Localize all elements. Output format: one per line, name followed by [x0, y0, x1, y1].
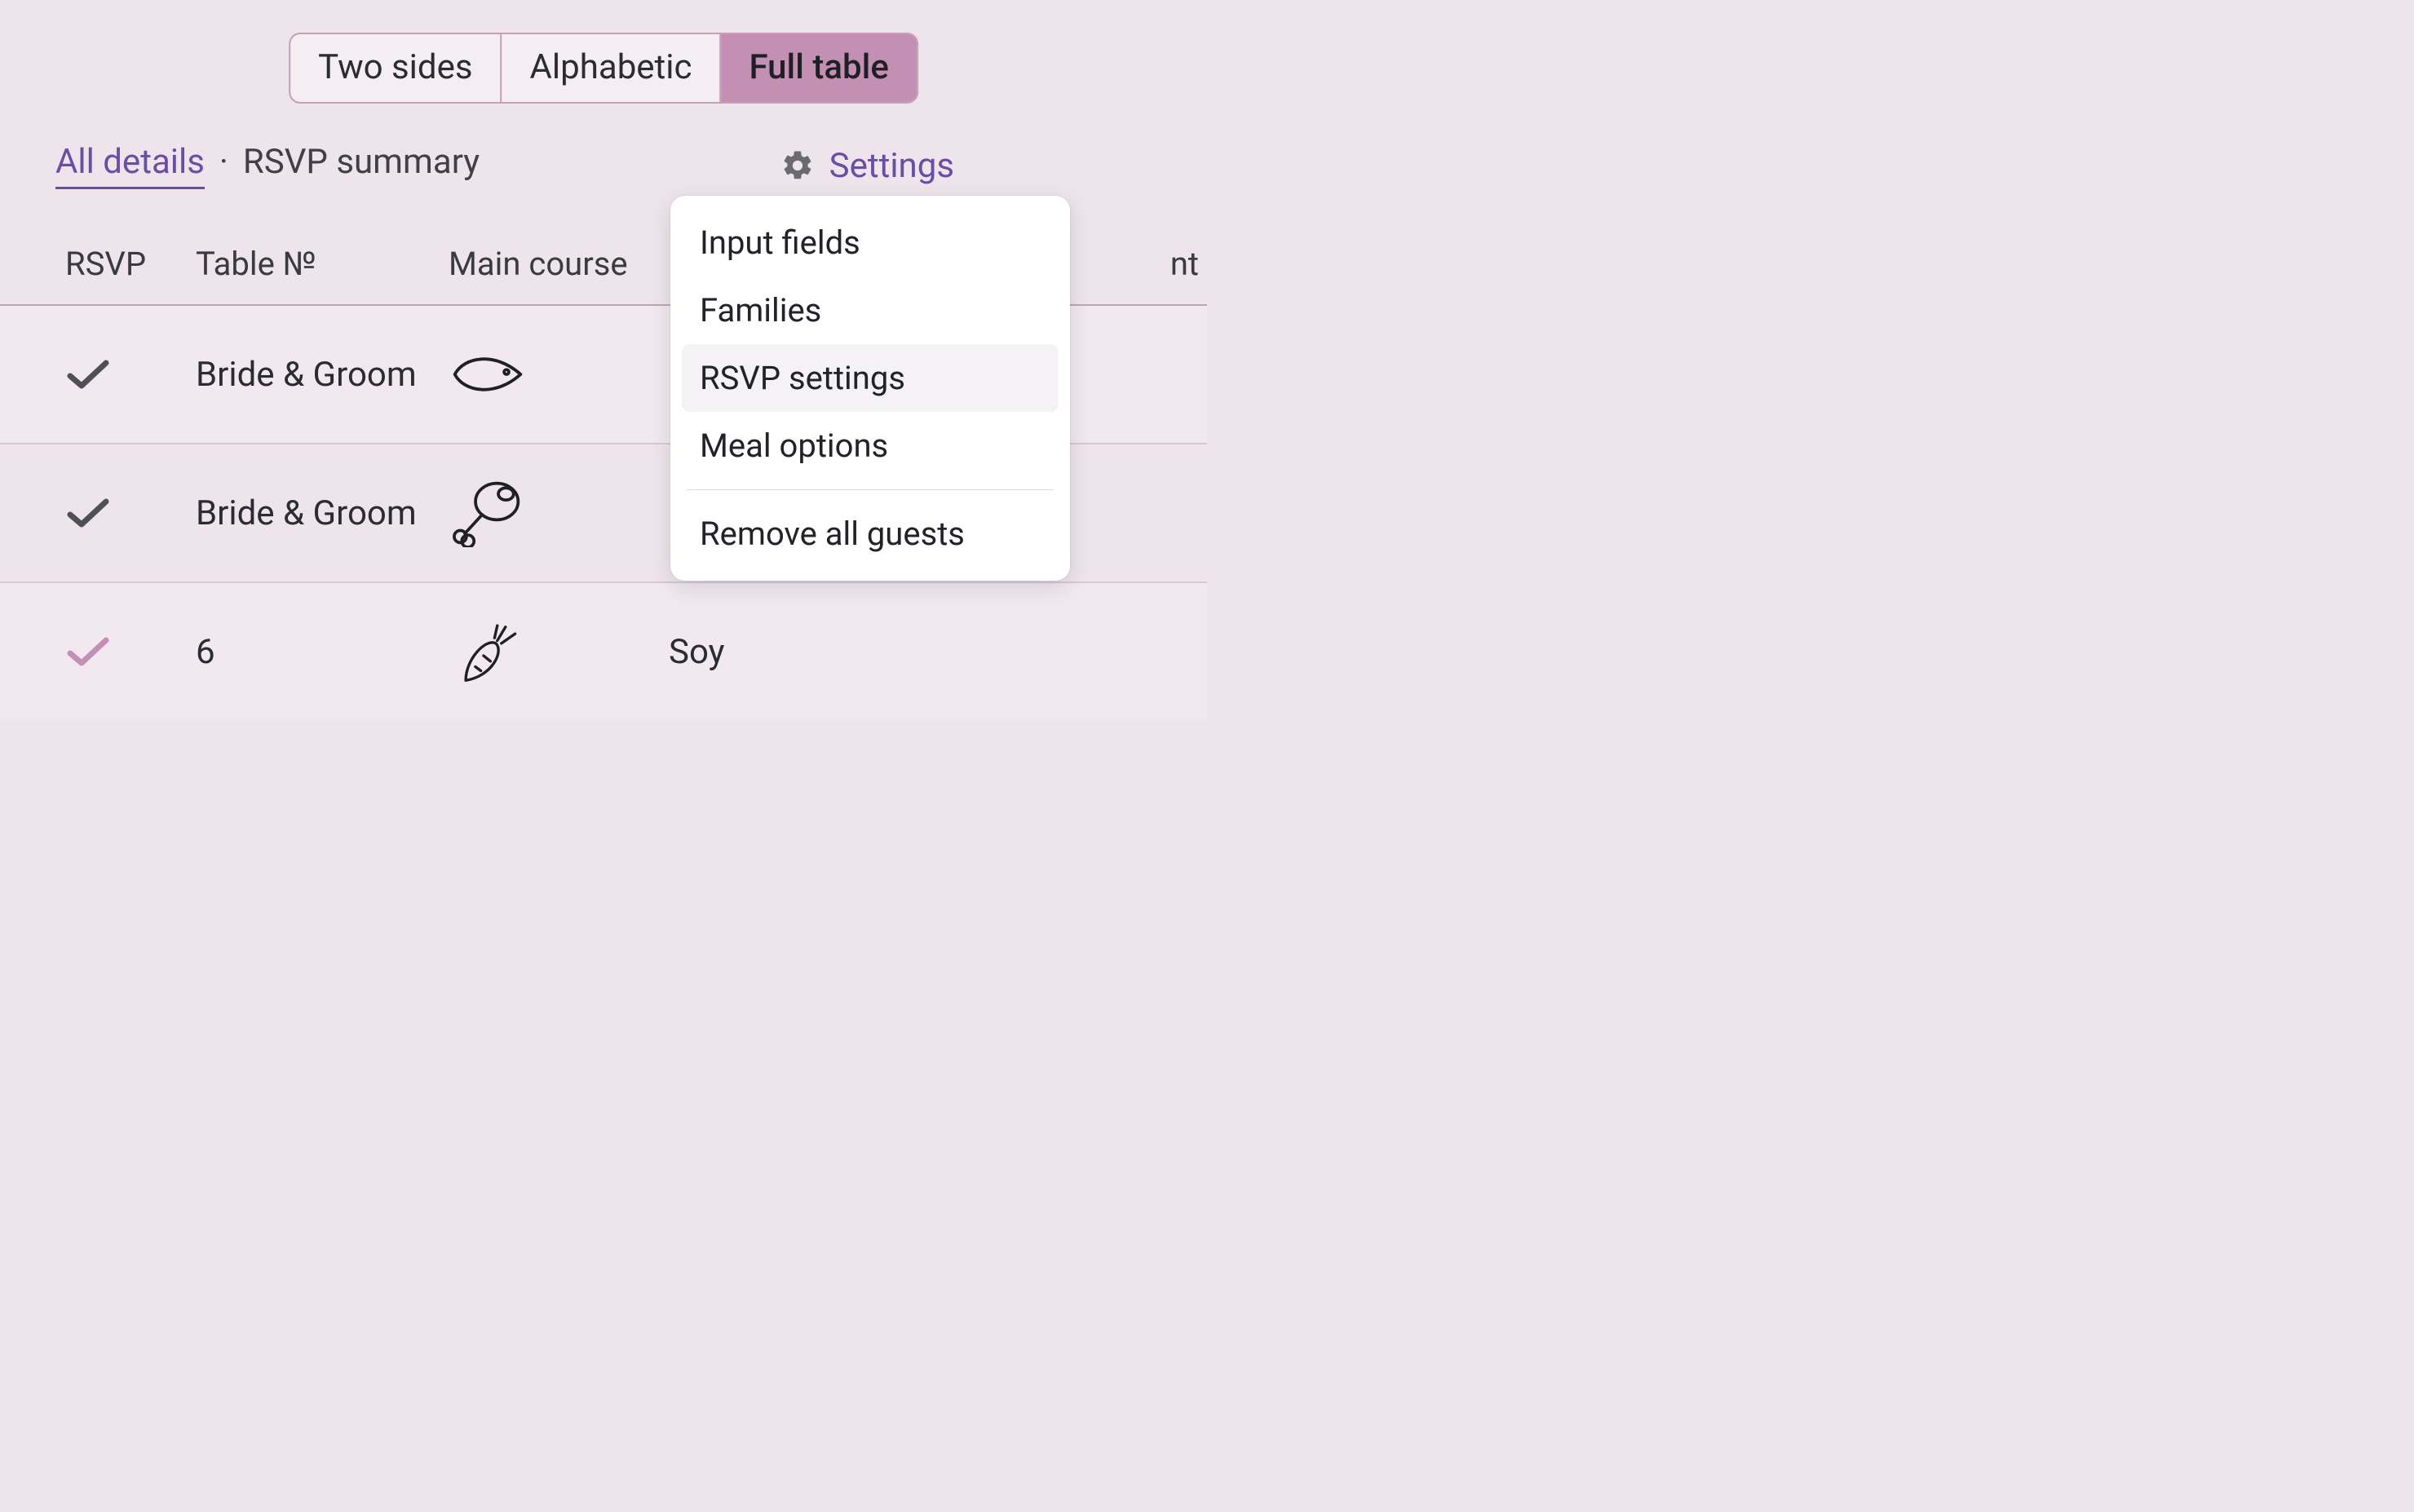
cell-rsvp: [65, 634, 196, 670]
cell-table-no: Bride & Groom: [196, 355, 449, 395]
tab-rsvp-summary[interactable]: RSVP summary: [243, 142, 480, 182]
col-header-right-fragment: nt: [1158, 245, 1207, 283]
cell-rsvp: [65, 356, 196, 392]
col-header-main-course: Main course: [449, 245, 669, 283]
menu-item-meal-options[interactable]: Meal options: [682, 412, 1059, 480]
cell-table-no: Bride & Groom: [196, 493, 449, 533]
table-row[interactable]: 6 Soy: [0, 583, 1207, 720]
segment-two-sides[interactable]: Two sides: [290, 34, 502, 102]
view-segmented-control: Two sides Alphabetic Full table: [289, 33, 918, 104]
cell-diet: Soy: [669, 632, 1158, 672]
settings-menu: Input fields Families RSVP settings Meal…: [670, 196, 1070, 581]
fish-icon: [449, 340, 527, 409]
cell-table-no: 6: [196, 632, 449, 672]
col-header-rsvp: RSVP: [65, 245, 196, 283]
check-icon: [65, 356, 111, 392]
check-icon: [65, 495, 111, 531]
settings-label: Settings: [829, 146, 954, 186]
menu-item-families[interactable]: Families: [682, 276, 1059, 344]
gear-icon: [780, 148, 815, 183]
meat-icon: [449, 479, 527, 547]
check-icon: [65, 634, 111, 670]
segment-full-table[interactable]: Full table: [722, 34, 917, 102]
menu-separator: [687, 489, 1054, 490]
col-header-table-no: Table №: [196, 245, 449, 283]
menu-item-rsvp-settings[interactable]: RSVP settings: [682, 344, 1059, 412]
menu-item-input-fields[interactable]: Input fields: [682, 209, 1059, 276]
cell-main-course: [449, 479, 669, 547]
cell-rsvp: [65, 495, 196, 531]
settings-button[interactable]: Settings: [780, 146, 954, 186]
segment-alphabetic[interactable]: Alphabetic: [502, 34, 722, 102]
subnav-left: All details · RSVP summary: [55, 142, 480, 189]
carrot-icon: [449, 617, 527, 686]
cell-main-course: [449, 340, 669, 409]
tab-all-details[interactable]: All details: [55, 142, 205, 189]
tab-separator: ·: [219, 142, 228, 182]
cell-main-course: [449, 617, 669, 686]
subnav: All details · RSVP summary Settings: [55, 142, 1174, 189]
menu-item-remove-all-guests[interactable]: Remove all guests: [682, 500, 1059, 568]
